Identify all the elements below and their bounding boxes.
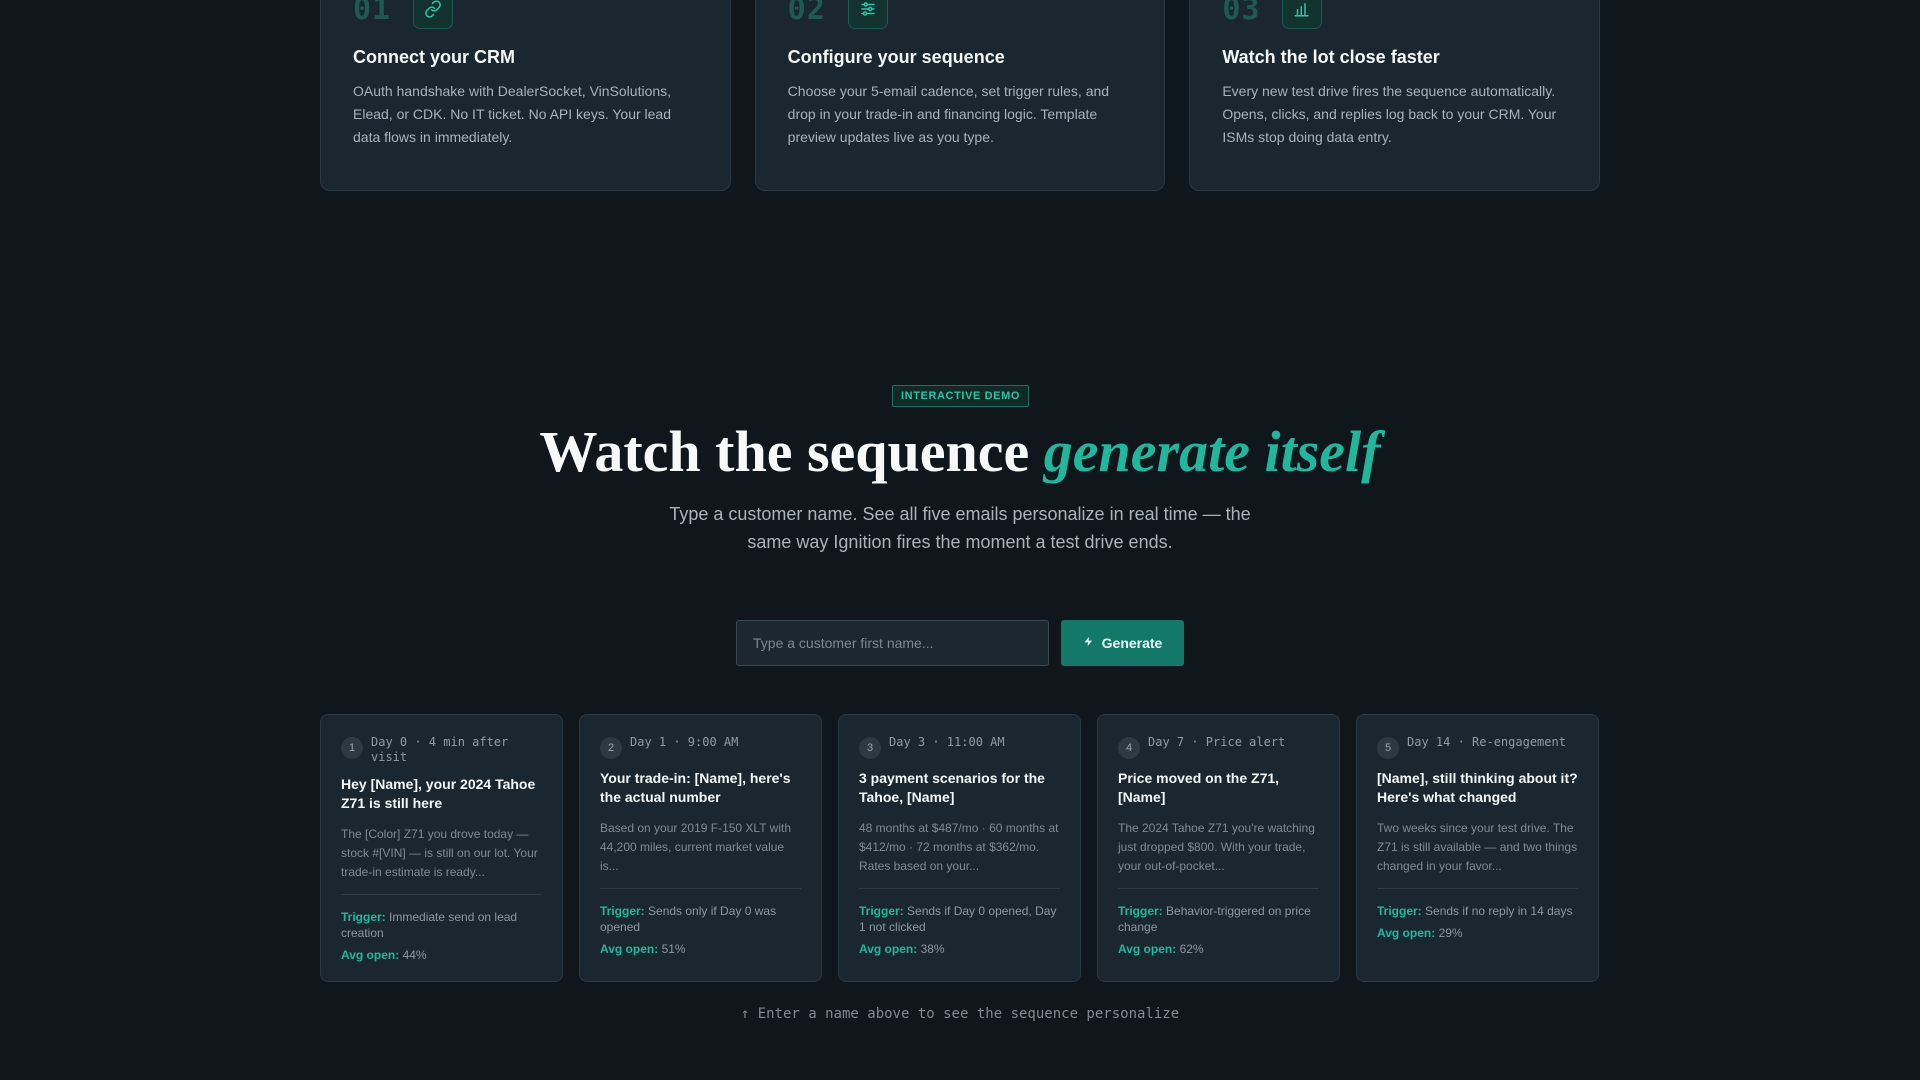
email-subject: [Name], still thinking about it? Here's … (1377, 770, 1578, 805)
email-trigger: Trigger: Behavior-triggered on price cha… (1118, 904, 1311, 934)
personalize-hint: ↑ Enter a name above to see the sequence… (740, 1006, 1180, 1022)
step-description: OAuth handshake with DealerSocket, VinSo… (353, 83, 672, 145)
step-card-configure-sequence: 02 Configure your sequence Choose your 5… (754, 0, 1166, 191)
email-avg-open: Avg open: 62% (1118, 942, 1204, 956)
name-input-row: Generate (736, 620, 1184, 666)
email-trigger: Trigger: Sends only if Day 0 was opened (600, 904, 777, 934)
email-card: 5 Day 14 · Re-engagement [Name], still t… (1356, 714, 1599, 982)
bar-chart-icon (1282, 0, 1323, 29)
email-avg-open: Avg open: 38% (859, 942, 945, 956)
lightning-icon (1083, 635, 1094, 651)
step-title: Configure your sequence (787, 47, 1005, 67)
generate-button[interactable]: Generate (1061, 620, 1184, 666)
generate-button-label: Generate (1101, 635, 1163, 651)
step-title: Watch the lot close faster (1222, 47, 1440, 67)
email-subject: 3 payment scenarios for the Tahoe, [Name… (859, 770, 1045, 805)
email-trigger: Trigger: Sends if Day 0 opened, Day 1 no… (859, 904, 1057, 934)
email-card: 4 Day 7 · Price alert Price moved on the… (1097, 714, 1340, 982)
email-step-badge: 4 (1118, 737, 1140, 759)
link-icon (413, 0, 454, 29)
email-subject: Your trade-in: [Name], here's the actual… (600, 770, 791, 805)
email-preview: 48 months at $487/mo · 60 months at $412… (859, 819, 1060, 889)
steps-row: 01 Connect your CRM OAuth handshake with… (320, 0, 1601, 191)
step-card-connect-crm: 01 Connect your CRM OAuth handshake with… (320, 0, 731, 191)
demo-subtitle: Type a customer name. See all five email… (669, 504, 1251, 552)
email-timing: Day 0 · 4 min after visit (371, 735, 509, 764)
interactive-demo-badge: INTERACTIVE DEMO (892, 385, 1029, 407)
email-avg-open: Avg open: 29% (1377, 926, 1463, 940)
demo-title-accent: generate itself (1043, 419, 1381, 484)
email-trigger: Trigger: Immediate send on lead creation (341, 910, 518, 940)
email-preview: The [Color] Z71 you drove today — stock … (341, 825, 542, 895)
sliders-icon (847, 0, 888, 29)
email-sequence-row: 1 Day 0 · 4 min after visit Hey [Name], … (320, 714, 1600, 982)
email-trigger: Trigger: Sends if no reply in 14 days (1377, 904, 1573, 918)
step-number: 01 (353, 0, 392, 27)
email-timing: Day 14 · Re-engagement (1407, 735, 1566, 749)
demo-title-plain: Watch the sequence (539, 419, 1044, 484)
email-card: 1 Day 0 · 4 min after visit Hey [Name], … (320, 714, 563, 982)
step-number: 02 (787, 0, 826, 27)
step-description: Choose your 5-email cadence, set trigger… (787, 83, 1110, 145)
step-number: 03 (1222, 0, 1261, 27)
email-avg-open: Avg open: 44% (341, 948, 427, 962)
email-step-badge: 5 (1377, 737, 1399, 759)
email-timing: Day 7 · Price alert (1148, 735, 1286, 749)
step-title: Connect your CRM (353, 47, 515, 67)
email-subject: Price moved on the Z71, [Name] (1118, 770, 1280, 805)
email-avg-open: Avg open: 51% (600, 942, 686, 956)
email-preview: Two weeks since your test drive. The Z71… (1377, 819, 1578, 889)
email-step-badge: 2 (600, 737, 622, 759)
email-timing: Day 3 · 11:00 AM (889, 735, 1005, 749)
customer-name-input[interactable] (736, 620, 1049, 666)
email-preview: The 2024 Tahoe Z71 you're watching just … (1118, 819, 1319, 889)
email-timing: Day 1 · 9:00 AM (630, 735, 739, 749)
email-step-badge: 1 (341, 737, 363, 759)
email-preview: Based on your 2019 F-150 XLT with 44,200… (600, 819, 801, 889)
email-card: 2 Day 1 · 9:00 AM Your trade-in: [Name],… (579, 714, 822, 982)
demo-title: Watch the sequence generate itself (0, 418, 1920, 485)
email-card: 3 Day 3 · 11:00 AM 3 payment scenarios f… (838, 714, 1081, 982)
email-subject: Hey [Name], your 2024 Tahoe Z71 is still… (341, 776, 536, 811)
email-step-badge: 3 (859, 737, 881, 759)
step-description: Every new test drive fires the sequence … (1222, 83, 1557, 145)
step-card-watch-close: 03 Watch the lot close faster Every new … (1189, 0, 1601, 191)
